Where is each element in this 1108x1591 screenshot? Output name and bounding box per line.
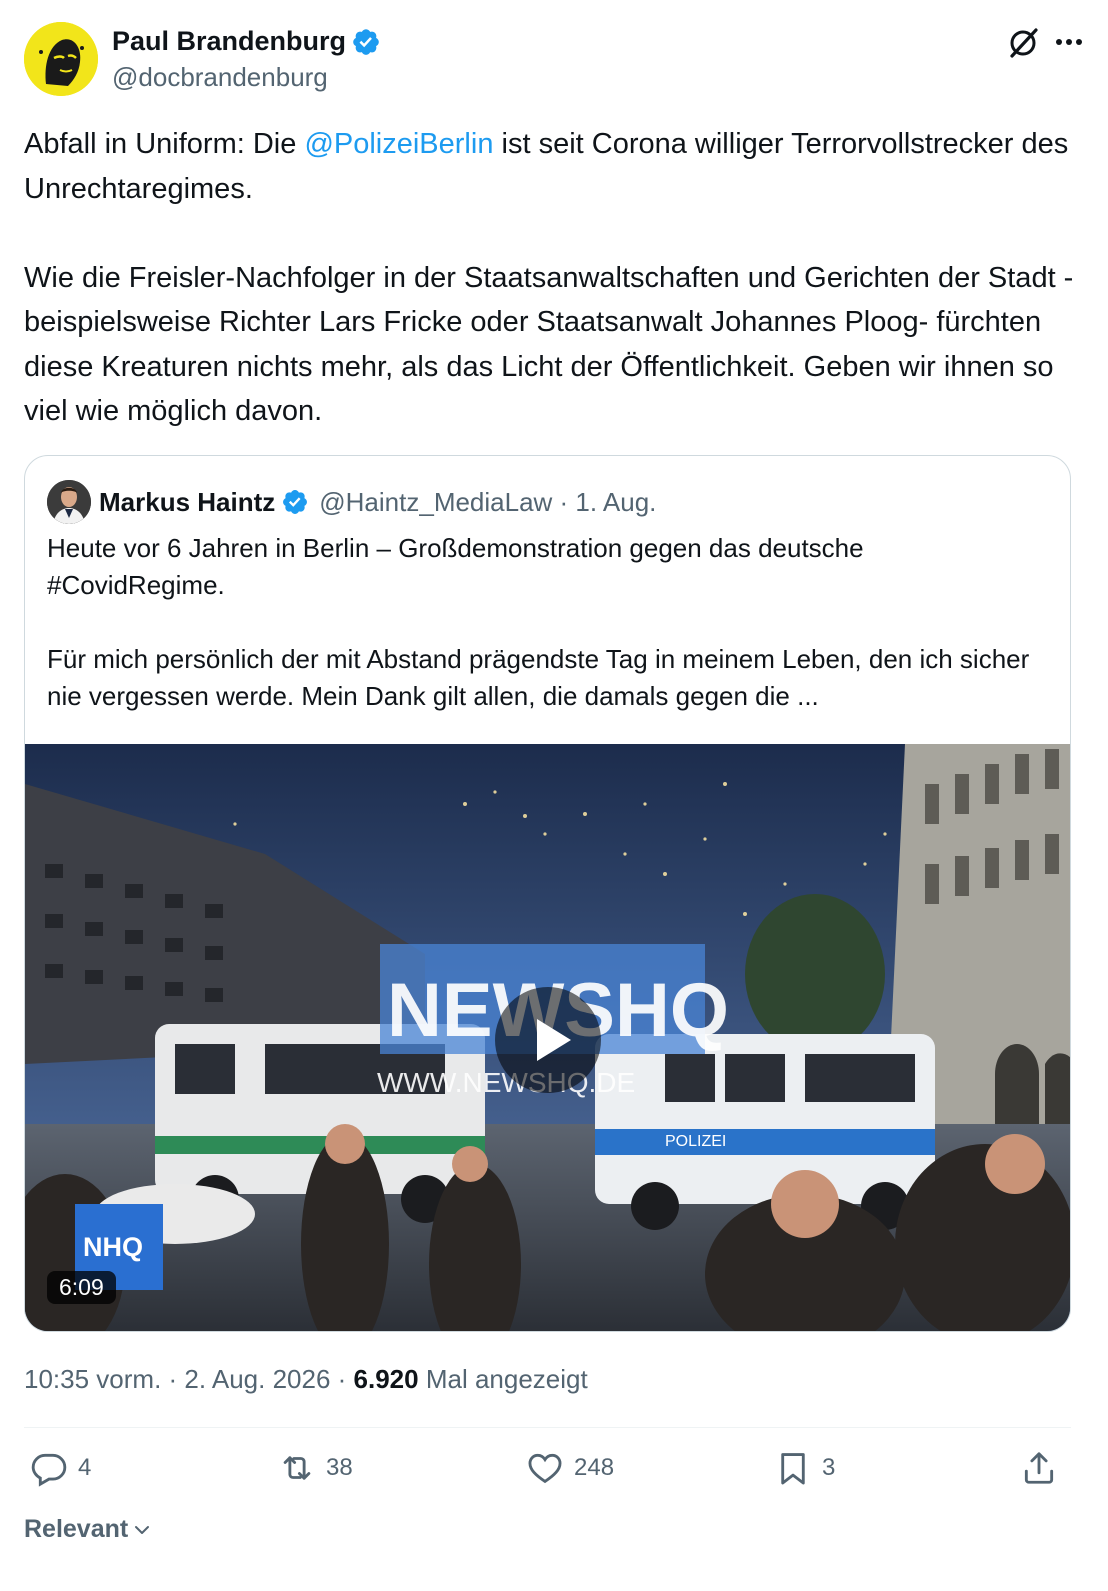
grok-icon[interactable] [1006, 26, 1040, 60]
quoted-author-name: Markus Haintz [99, 486, 276, 517]
heart-icon [528, 1453, 562, 1484]
reply-count: 4 [78, 1454, 92, 1481]
quoted-tweet-text: Heute vor 6 Jahren in Berlin – Großdemon… [47, 530, 1047, 715]
nhq-logo: NHQ [83, 1232, 143, 1262]
quoted-tweet-header: Markus Haintz @Haintz_MediaLaw · 1. Aug. [47, 480, 656, 524]
views-count: 6.920 [353, 1364, 419, 1394]
quoted-author-avatar [47, 480, 91, 524]
author-handle[interactable]: @docbrandenburg [112, 62, 328, 93]
share-icon [1024, 1452, 1054, 1484]
tweet-paragraph-1: Abfall in Uniform: Die @PolizeiBerlin is… [24, 122, 1074, 211]
sort-replies-dropdown[interactable]: Relevant [24, 1515, 152, 1544]
reply-button[interactable]: 4 [30, 1449, 91, 1487]
bookmark-button[interactable]: 3 [774, 1449, 835, 1487]
like-count: 248 [574, 1454, 615, 1481]
tweet-header: Paul Brandenburg @docbrandenburg [24, 22, 1084, 98]
divider [24, 1427, 1071, 1428]
author-display-name[interactable]: Paul Brandenburg [112, 26, 346, 57]
reply-icon [31, 1453, 67, 1487]
tweet-meta: 10:35 vorm. · 2. Aug. 2026 · 6.920 Mal a… [24, 1364, 588, 1395]
repost-button[interactable]: 38 [278, 1449, 353, 1487]
repost-count: 38 [326, 1454, 353, 1481]
chevron-down-icon [135, 1525, 150, 1534]
like-button[interactable]: 248 [526, 1449, 614, 1487]
verified-badge-icon [283, 490, 308, 514]
author-avatar[interactable] [24, 22, 98, 96]
tweet-paragraph-2: Wie die Freisler-Nachfolger in der Staat… [24, 261, 1074, 428]
video-duration: 6:09 [47, 1271, 116, 1304]
repost-icon [283, 1456, 311, 1480]
play-button[interactable] [495, 987, 601, 1093]
quoted-paragraph-1: Heute vor 6 Jahren in Berlin – Großdemon… [47, 533, 864, 600]
quoted-handle-date: @Haintz_MediaLaw · 1. Aug. [319, 486, 657, 517]
mention-link[interactable]: @PolizeiBerlin [304, 128, 493, 160]
author-name-row: Paul Brandenburg [112, 26, 381, 57]
sort-label: Relevant [24, 1515, 129, 1543]
quoted-tweet[interactable]: Markus Haintz @Haintz_MediaLaw · 1. Aug.… [24, 455, 1071, 1332]
bookmark-count: 3 [822, 1454, 836, 1481]
action-bar: 4 38 248 3 [24, 1449, 1071, 1499]
bookmark-icon [781, 1453, 805, 1485]
video-player[interactable]: POLIZEI NEWSHQ WWW.NEWSHQ.DE NH [25, 744, 1070, 1331]
more-options-icon[interactable] [1054, 32, 1084, 52]
share-button[interactable] [1020, 1449, 1068, 1487]
views-label: Mal angezeigt [418, 1364, 588, 1394]
tweet-text-segment: Abfall in Uniform: Die [24, 128, 305, 160]
tweet-text: Abfall in Uniform: Die @PolizeiBerlin is… [24, 122, 1074, 434]
van-label: POLIZEI [665, 1133, 726, 1150]
quoted-paragraph-2: Für mich persönlich der mit Abstand präg… [47, 644, 1030, 711]
tweet-timestamp[interactable]: 10:35 vorm. · 2. Aug. 2026 · [24, 1364, 354, 1394]
verified-badge-icon [353, 28, 379, 55]
